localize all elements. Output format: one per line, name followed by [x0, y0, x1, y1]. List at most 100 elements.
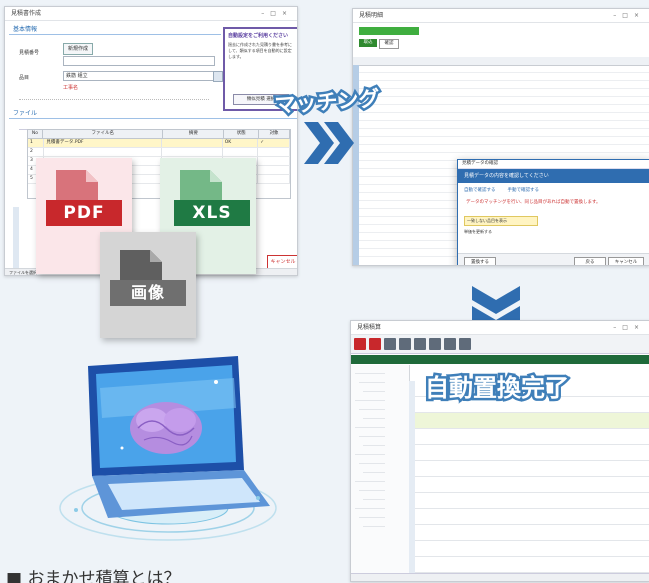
file-table-cell — [162, 139, 223, 147]
tree-item[interactable] — [355, 421, 385, 428]
progress-bar — [359, 27, 419, 35]
file-table-cell: 見積書データ.PDF — [44, 139, 163, 147]
radio-manual[interactable]: 手動で確認する — [508, 187, 540, 193]
dialog-cancel-button[interactable]: キャンセル — [608, 257, 644, 265]
item-input[interactable]: 鉄筋 組立 — [63, 71, 217, 81]
window-controls[interactable]: –□× — [613, 321, 645, 334]
ribbon-button-icon[interactable] — [384, 338, 396, 350]
right-top-window: 見積明細 –□× 取込 確認 見積データの確認 見積データの内容を確認してくださ… — [352, 8, 649, 266]
tree-item[interactable] — [363, 412, 385, 419]
tree-item[interactable] — [363, 520, 385, 527]
tree-item[interactable] — [359, 430, 385, 437]
tree-item[interactable] — [355, 394, 385, 401]
tree-item[interactable] — [363, 466, 385, 473]
file-table-row[interactable]: 2 — [28, 148, 290, 157]
tab-confirm[interactable]: 確認 — [379, 39, 399, 49]
radio-auto[interactable]: 自動で確認する — [464, 187, 496, 193]
back-button[interactable]: 戻る — [574, 257, 606, 265]
estimate-number-input[interactable] — [63, 56, 215, 66]
checkbox-unmatched[interactable]: 一致しない品目を表示 — [464, 216, 538, 226]
options-row — [19, 93, 209, 100]
ribbon-buttons — [351, 335, 649, 353]
detail-row[interactable] — [415, 557, 649, 573]
cancel-button[interactable]: キャンセル — [267, 255, 297, 269]
detail-row[interactable] — [415, 461, 649, 477]
file-table-cell — [258, 166, 290, 174]
confirm-dialog: 見積データの確認 見積データの内容を確認してください 自動で確認する 手動で確認… — [457, 159, 649, 265]
tree-item[interactable] — [355, 367, 385, 374]
window-controls[interactable]: –□× — [261, 7, 293, 20]
grid-row[interactable] — [359, 121, 649, 129]
replace-button[interactable]: 置換する — [464, 257, 496, 265]
left-gutter — [13, 207, 19, 271]
detail-row[interactable] — [415, 541, 649, 557]
ribbon-button-icon[interactable] — [414, 338, 426, 350]
bottom-status-bar — [351, 573, 649, 581]
detail-row[interactable] — [415, 445, 649, 461]
detail-grid — [415, 381, 649, 575]
tree-item[interactable] — [355, 475, 385, 482]
file-table-cell: 1 — [28, 139, 45, 147]
dialog-header: 見積データの内容を確認してください — [458, 169, 649, 183]
bottom-app-window: 見積積算 –□× — [350, 320, 649, 582]
window-controls[interactable]: –□× — [613, 9, 645, 22]
tree-item[interactable] — [355, 448, 385, 455]
tree-item[interactable] — [359, 484, 385, 491]
grid-row[interactable] — [359, 81, 649, 89]
file-table-cell — [258, 148, 290, 156]
detail-row[interactable] — [415, 525, 649, 541]
tree-items — [351, 367, 409, 527]
dialog-footer: 戻る 置換する キャンセル — [458, 253, 649, 265]
image-badge: 画像 — [110, 280, 186, 306]
item-browse-button[interactable] — [213, 71, 223, 82]
project-note: 工事名 — [63, 85, 79, 91]
tree-item[interactable] — [359, 376, 385, 383]
grid-row[interactable] — [359, 129, 649, 137]
tooltip-body: 過去に作成された見積り書を参考にして、類似する項目を自動的に設定します。 — [228, 42, 292, 59]
tree-item[interactable] — [355, 502, 385, 509]
left-window-title: 見積書作成 — [11, 10, 42, 17]
tree-item[interactable] — [359, 403, 385, 410]
tree-item[interactable] — [359, 511, 385, 518]
tree-item[interactable] — [363, 493, 385, 500]
grid-row[interactable] — [359, 137, 649, 145]
detail-row[interactable] — [415, 477, 649, 493]
ribbon-button-icon[interactable] — [369, 338, 381, 350]
create-new-button[interactable]: 新規作成 — [63, 43, 93, 55]
file-table-cell — [258, 175, 290, 183]
file-table-header-cell: ファイル名 — [43, 130, 164, 138]
file-table-header-cell: 対象 — [259, 130, 291, 138]
ribbon-button-icon[interactable] — [459, 338, 471, 350]
grid-row[interactable] — [359, 89, 649, 97]
detail-row[interactable] — [415, 509, 649, 525]
tree-item[interactable] — [363, 439, 385, 446]
tree-item[interactable] — [363, 385, 385, 392]
checkbox-update-price[interactable]: 単価を更新する — [464, 228, 644, 236]
grid-row[interactable] — [359, 65, 649, 73]
auto-replace-complete-label: 自動置換完了 — [423, 372, 572, 405]
estimate-number-label: 見積番号 — [19, 50, 40, 56]
grid-row[interactable] — [359, 145, 649, 153]
file-table-header-cell: 摘要 — [163, 130, 225, 138]
right-top-title: 見積明細 — [359, 12, 384, 19]
ribbon-button-icon[interactable] — [444, 338, 456, 350]
ribbon-button-icon[interactable] — [399, 338, 411, 350]
tree-item[interactable] — [359, 457, 385, 464]
ribbon-button-icon[interactable] — [429, 338, 441, 350]
detail-row[interactable] — [415, 413, 649, 429]
detail-row[interactable] — [415, 429, 649, 445]
file-table-cell: 2 — [28, 148, 45, 156]
detail-row[interactable] — [415, 493, 649, 509]
file-table-header-cell: 状態 — [224, 130, 260, 138]
tab-import[interactable]: 取込 — [359, 39, 377, 47]
right-top-titlebar: 見積明細 –□× — [353, 9, 649, 23]
grid-row[interactable] — [359, 113, 649, 121]
item-label: 品目 — [19, 75, 30, 81]
file-table-cell: OK — [223, 139, 259, 147]
file-table-cell — [44, 148, 163, 156]
file-table-row[interactable]: 1 見積書データ.PDF OK ✓ — [28, 139, 290, 148]
grid-row[interactable] — [359, 97, 649, 105]
file-table-cell — [162, 148, 223, 156]
ribbon-button-icon[interactable] — [354, 338, 366, 350]
grid-row[interactable] — [359, 73, 649, 81]
